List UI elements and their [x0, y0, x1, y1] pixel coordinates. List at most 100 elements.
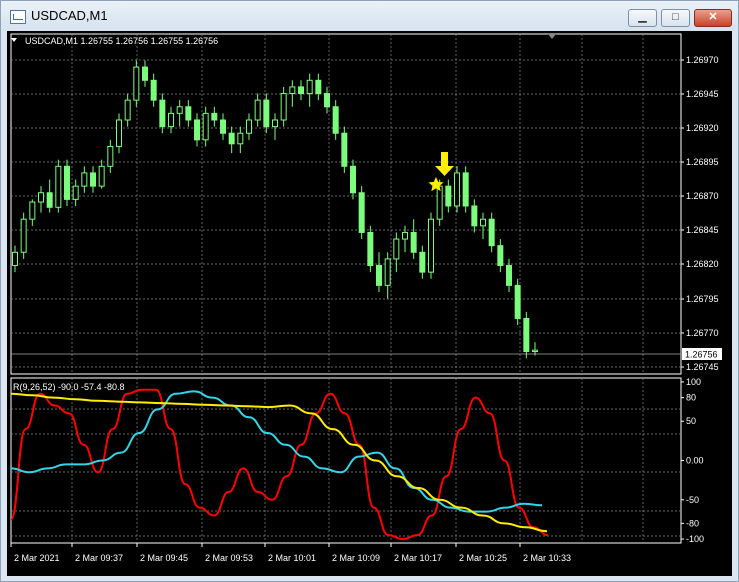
candle: [81, 166, 88, 193]
candle-body: [185, 106, 192, 121]
price-tick-label: 1.26970: [686, 55, 719, 65]
price-chart[interactable]: 1.26970 1.26945 1.26920 1.26895 1.26870 1.268…: [7, 31, 732, 576]
candle-body: [358, 192, 365, 233]
candle-body: [81, 172, 88, 187]
price-tick-label: 1.26920: [686, 123, 719, 133]
candle: [488, 212, 495, 253]
candle-body: [471, 205, 478, 227]
candle-body: [142, 66, 148, 81]
title-bar[interactable]: USDCAD,M1 ▁ □ ✕: [1, 1, 738, 31]
close-button[interactable]: ✕: [694, 9, 732, 27]
candle-body: [228, 132, 235, 145]
chart-window-icon: [10, 10, 26, 24]
candle: [107, 139, 114, 173]
candle-body: [159, 99, 166, 128]
chart-area[interactable]: 1.26970 1.26945 1.26920 1.26895 1.26870 1.268…: [7, 31, 732, 576]
candle: [480, 212, 486, 240]
candle: [523, 311, 530, 359]
candle: [220, 113, 226, 140]
candle: [254, 93, 261, 127]
time-tick-label: 2 Mar 10:25: [459, 553, 507, 563]
candle: [514, 278, 521, 326]
candle: [350, 159, 356, 200]
candle: [64, 159, 70, 206]
time-tick-label: 2 Mar 09:53: [205, 553, 253, 563]
candle: [376, 252, 382, 292]
candle: [358, 186, 365, 240]
maximize-button[interactable]: □: [661, 9, 690, 27]
candle-body: [272, 119, 278, 128]
candle: [532, 342, 538, 356]
candle-body: [462, 172, 469, 207]
candle: [176, 100, 183, 127]
candle-body: [202, 112, 209, 141]
candle-body: [402, 231, 408, 240]
candle: [462, 166, 469, 213]
candle-body: [29, 201, 36, 220]
indicator-tick-label: 80: [686, 393, 696, 403]
window-title: USDCAD,M1: [31, 8, 108, 23]
price-tick-label: 1.26745: [686, 362, 719, 372]
candle: [263, 93, 270, 134]
candle: [211, 106, 218, 127]
candle-body: [280, 93, 287, 121]
sell-arrow-icon: [435, 152, 454, 176]
candle: [72, 179, 79, 206]
indicator-tick-label: -50: [686, 495, 699, 505]
candle: [332, 100, 339, 140]
candle: [428, 212, 434, 279]
candle-body: [133, 66, 140, 101]
indicator-lines: [10, 388, 549, 541]
candle-body: [90, 172, 96, 187]
candle-body: [410, 231, 417, 253]
indicator-grid: [10, 377, 682, 544]
candle-body: [98, 165, 105, 187]
candle-body: [488, 218, 495, 247]
candle-body: [46, 192, 53, 208]
candle-body: [332, 106, 339, 134]
candle-body: [341, 132, 348, 167]
candle-body: [263, 99, 270, 128]
price-tick-label: 1.26795: [686, 294, 719, 304]
minimize-button[interactable]: ▁: [628, 9, 657, 27]
candle-body: [480, 218, 486, 227]
candle-body: [532, 349, 538, 353]
candle: [20, 212, 27, 259]
time-tick-label: 2 Mar 10:09: [332, 553, 380, 563]
candle: [445, 179, 452, 213]
time-tick-label: 2 Mar 10:01: [268, 553, 316, 563]
price-tick-label: 1.26770: [686, 328, 719, 338]
candle-body: [506, 265, 512, 286]
candle: [98, 159, 105, 189]
candle-body: [176, 106, 183, 114]
main-frame: [10, 33, 682, 375]
candle-body: [289, 86, 296, 95]
candle-body: [254, 99, 261, 121]
candle-body: [497, 245, 504, 267]
candle-body: [306, 79, 313, 95]
candle: [29, 199, 36, 226]
candle: [38, 186, 44, 213]
candle-body: [12, 251, 18, 267]
shift-marker-icon[interactable]: [548, 34, 556, 39]
candle: [185, 100, 192, 127]
candle: [202, 106, 209, 147]
candle-body: [168, 112, 174, 128]
candle: [289, 80, 296, 107]
candle-body: [376, 265, 382, 286]
candle: [298, 80, 304, 101]
candle: [306, 73, 313, 107]
candle-body: [246, 119, 252, 134]
main-header: USDCAD,M1 1.26755 1.26756 1.26755 1.2675…: [25, 36, 218, 46]
candles: [12, 60, 538, 359]
time-tick-label: 2 Mar 09:45: [140, 553, 188, 563]
candle: [341, 126, 348, 173]
candle: [419, 245, 426, 279]
candle-body: [124, 99, 131, 121]
chevron-down-icon[interactable]: [11, 38, 17, 42]
price-tick-label: 1.26870: [686, 191, 719, 201]
candle: [497, 239, 504, 273]
candle: [116, 113, 122, 154]
indicator-tick-label: -100: [686, 534, 704, 544]
candle-body: [72, 185, 79, 200]
